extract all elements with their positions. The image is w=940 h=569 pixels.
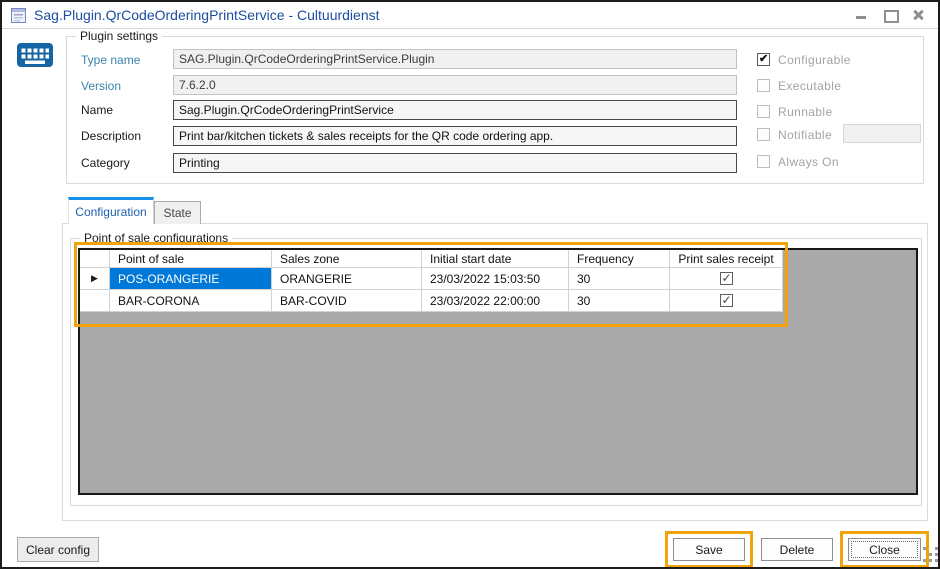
keyboard-icon [17,43,53,67]
configurable-checkbox [757,52,770,66]
cell-print-sales-receipt [670,290,783,312]
executable-row: Executable [757,78,841,93]
name-input[interactable] [173,100,737,120]
column-header-initial-start-date[interactable]: Initial start date [422,250,569,268]
column-header-print-sales-receipt[interactable]: Print sales receipt [670,250,783,268]
close-window-icon[interactable] [911,9,925,21]
configurable-label: Configurable [778,52,851,67]
tab-state[interactable]: State [154,201,201,224]
pos-configurations-grid: Point of sale Sales zone Initial start d… [78,248,918,495]
cell-point-of-sale[interactable]: POS-ORANGERIE [110,268,272,290]
name-label: Name [81,103,114,117]
type-name-input [173,49,737,69]
notifiable-label: Notifiable [778,127,833,142]
cell-frequency[interactable]: 30 [569,268,670,290]
grid-header-row: Point of sale Sales zone Initial start d… [80,250,916,268]
resize-grip[interactable] [923,547,938,565]
print-sales-receipt-checkbox[interactable] [719,271,733,285]
print-sales-receipt-checkbox[interactable] [719,293,733,307]
window-title: Sag.Plugin.QrCodeOrderingPrintService - … [34,7,380,23]
executable-label: Executable [778,78,842,93]
executable-checkbox [757,79,770,92]
column-header-frequency[interactable]: Frequency [569,250,670,268]
always-on-label: Always On [778,154,839,169]
tab-configuration[interactable]: Configuration [68,197,154,224]
row-selector-header [80,250,110,268]
notifiable-row: Notifiable [757,127,832,142]
always-on-checkbox [757,155,770,168]
description-input[interactable] [173,126,737,146]
always-on-row: Always On [757,154,839,169]
configurable-row: Configurable [757,52,851,67]
notifiable-checkbox [757,128,770,141]
cell-sales-zone[interactable]: BAR-COVID [272,290,422,312]
runnable-label: Runnable [778,104,833,119]
runnable-checkbox [757,105,770,118]
column-header-sales-zone[interactable]: Sales zone [272,250,422,268]
notifiable-input [843,124,921,143]
description-label: Description [81,129,142,143]
grid-row-pos-orangerie: ▶ POS-ORANGERIE ORANGERIE 23/03/2022 15:… [80,268,916,290]
type-name-label: Type name [81,53,141,67]
window-controls [855,9,929,23]
plugin-dialog-window: Sag.Plugin.QrCodeOrderingPrintService - … [0,0,940,569]
cell-frequency[interactable]: 30 [569,290,670,312]
titlebar: Sag.Plugin.QrCodeOrderingPrintService - … [2,2,938,29]
category-label: Category [81,156,130,170]
category-input[interactable] [173,153,737,173]
close-button[interactable]: Close [848,538,921,561]
version-label: Version [81,79,122,93]
cell-initial-start-date[interactable]: 23/03/2022 22:00:00 [422,290,569,312]
grid-row-bar-corona: BAR-CORONA BAR-COVID 23/03/2022 22:00:00… [80,290,916,312]
minimize-icon[interactable] [855,9,869,21]
row-selector-cell[interactable] [80,290,110,312]
row-selector-cell[interactable]: ▶ [80,268,110,290]
pos-configurations-group-label: Point of sale configurations [80,231,233,245]
delete-button[interactable]: Delete [761,538,833,561]
runnable-row: Runnable [757,104,833,119]
plugin-settings-group-label: Plugin settings [76,29,163,43]
save-button[interactable]: Save [673,538,745,561]
cell-point-of-sale[interactable]: BAR-CORONA [110,290,272,312]
plugin-settings-group: Plugin settings Type name Version Name D… [66,29,924,184]
maximize-icon[interactable] [883,9,899,23]
cell-print-sales-receipt [670,268,783,290]
cell-initial-start-date[interactable]: 23/03/2022 15:03:50 [422,268,569,290]
current-row-indicator-icon: ▶ [91,273,98,283]
form-icon [11,7,26,23]
version-input [173,75,737,95]
cell-sales-zone[interactable]: ORANGERIE [272,268,422,290]
column-header-point-of-sale[interactable]: Point of sale [110,250,272,268]
clear-config-button[interactable]: Clear config [17,537,99,562]
